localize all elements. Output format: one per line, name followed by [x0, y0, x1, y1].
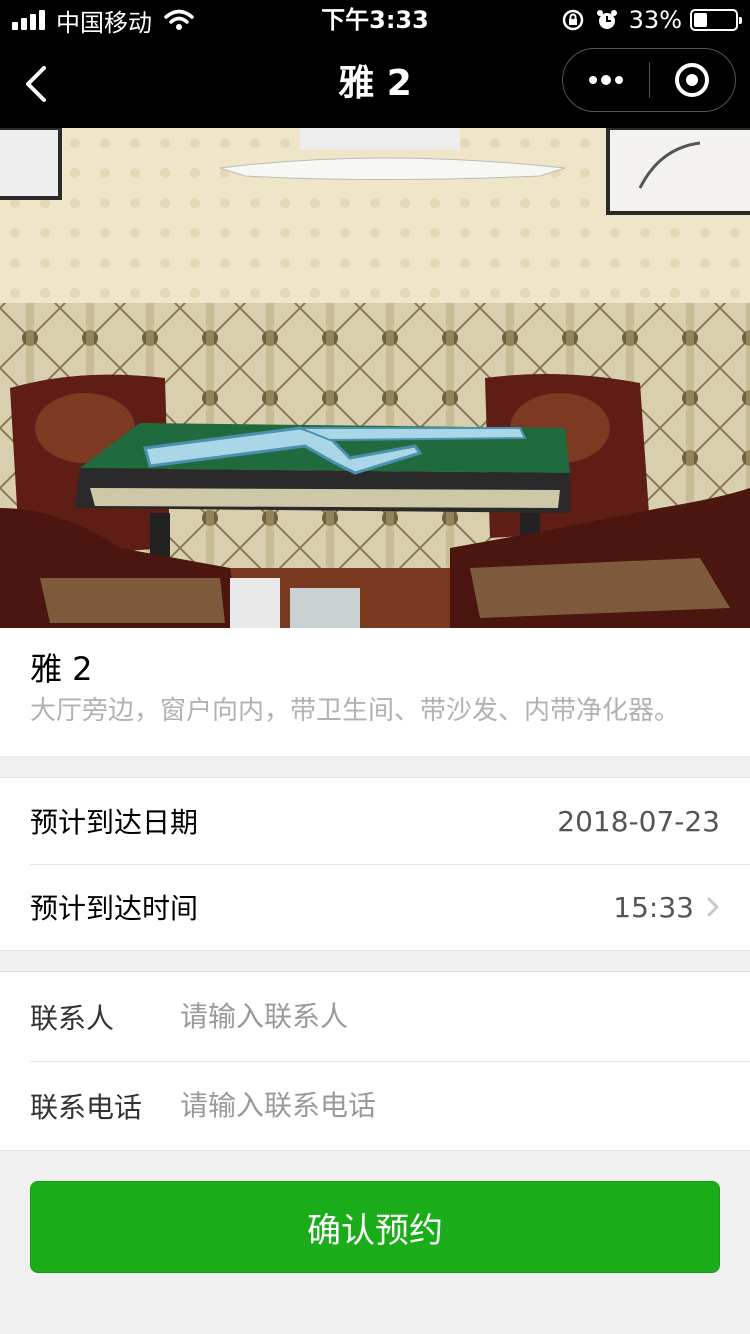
nav-bar: 雅 2 — [0, 40, 750, 128]
arrival-date-cell[interactable]: 预计到达日期 2018-07-23 — [0, 778, 750, 864]
status-right: 33% — [561, 0, 742, 40]
room-info: 雅 2 大厅旁边，窗户向内，带卫生间、带沙发、内带净化器。 — [0, 628, 750, 756]
room-photo — [0, 128, 750, 628]
contact-name-label: 联系人 — [30, 1001, 115, 1035]
arrival-date-value: 2018-07-23 — [557, 804, 720, 838]
mahjong-room-image — [0, 128, 750, 628]
contact-name-row: 联系人 — [0, 972, 750, 1061]
rotation-lock-icon — [562, 9, 583, 31]
battery-icon — [690, 9, 742, 31]
contact-phone-input[interactable] — [180, 1089, 680, 1122]
arrival-time-cell[interactable]: 预计到达时间 15:33 — [0, 864, 750, 950]
contact-phone-row: 联系电话 — [0, 1061, 750, 1150]
close-miniprogram-button[interactable] — [650, 48, 736, 112]
contact-phone-label: 联系电话 — [30, 1090, 143, 1124]
chevron-right-icon — [707, 897, 719, 917]
alarm-icon — [596, 10, 617, 29]
capsule-menu — [562, 48, 736, 112]
room-name: 雅 2 — [30, 650, 93, 688]
room-description: 大厅旁边，窗户向内，带卫生间、带沙发、内带净化器。 — [30, 696, 681, 726]
battery-percent: 33% — [628, 6, 682, 34]
target-close-icon — [675, 63, 710, 97]
confirm-booking-button[interactable]: 确认预约 — [30, 1181, 720, 1273]
battery-fill — [694, 13, 708, 27]
arrival-time-value: 15:33 — [613, 890, 694, 924]
status-bar: 中国移动 下午3:33 33% — [0, 0, 750, 40]
more-button[interactable] — [563, 48, 649, 112]
arrival-time-label: 预计到达时间 — [30, 892, 199, 925]
contact-name-input[interactable] — [180, 1000, 680, 1033]
arrival-date-label: 预计到达日期 — [30, 806, 199, 839]
arrival-group: 预计到达日期 2018-07-23 预计到达时间 15:33 — [0, 777, 750, 951]
more-dots-icon — [588, 75, 623, 85]
contact-group: 联系人 联系电话 — [0, 971, 750, 1151]
